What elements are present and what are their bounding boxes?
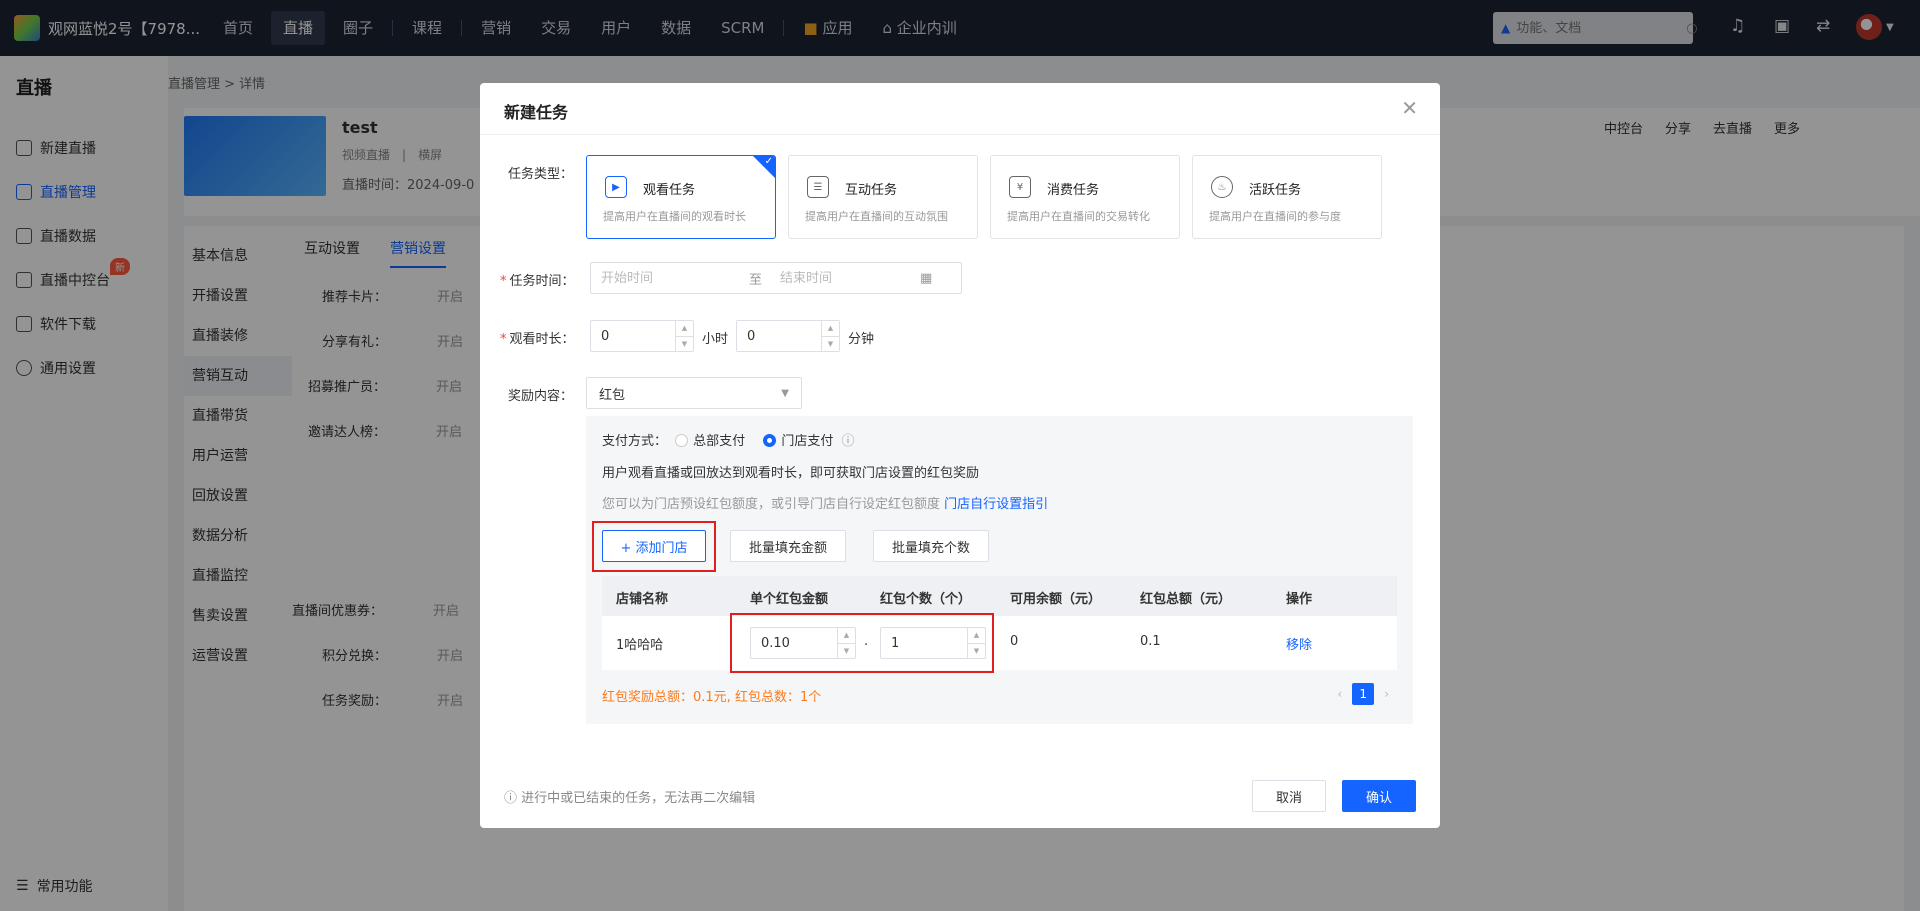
- add-store-button[interactable]: + 添加门店: [602, 530, 706, 562]
- reward-select[interactable]: 红包 ▼: [586, 377, 802, 409]
- highlight-box: [730, 613, 994, 673]
- range-separator: 至: [749, 272, 763, 288]
- table-header: 店铺名称 单个红包金额 红包个数（个） 可用余额（元） 红包总额（元） 操作: [602, 576, 1397, 616]
- info-icon[interactable]: ⓘ: [841, 434, 854, 449]
- increment-icon[interactable]: ▲: [822, 321, 839, 337]
- task-time-range[interactable]: 至 ▦: [590, 262, 962, 294]
- reward-summary: 红包奖励总额：0.1元, 红包总数：1个: [602, 690, 822, 705]
- new-task-dialog: 新建任务 ✕ 任务类型： ✓ ▶ 观看任务 提高用户在直播间的观看时长 ☰ 互动…: [480, 83, 1440, 828]
- col-total: 红包总额（元）: [1140, 592, 1232, 607]
- task-type-consume[interactable]: ¥ 消费任务 提高用户在直播间的交易转化: [990, 155, 1180, 239]
- stepper-controls: ▲ ▼: [675, 321, 693, 351]
- pay-method-row: 支付方式： 总部支付 门店支付 ⓘ: [602, 430, 854, 449]
- dialog-divider: [480, 134, 1440, 135]
- task-type-desc: 提高用户在直播间的交易转化: [1007, 210, 1150, 223]
- task-type-name: 互动任务: [845, 183, 898, 198]
- increment-icon[interactable]: ▲: [676, 321, 693, 337]
- task-time-label-text: 任务时间：: [509, 274, 575, 289]
- task-type-label: 任务类型：: [508, 167, 574, 182]
- col-action: 操作: [1286, 592, 1313, 607]
- chat-icon: ☰: [807, 176, 829, 198]
- reward-detail-panel: 支付方式： 总部支付 门店支付 ⓘ 用户观看直播或回放达到观看时长，即可获取门店…: [586, 416, 1413, 724]
- required-mark: *: [500, 332, 507, 347]
- decrement-icon[interactable]: ▼: [676, 337, 693, 352]
- task-type-active[interactable]: ♨ 活跃任务 提高用户在直播间的参与度: [1192, 155, 1382, 239]
- yen-icon: ¥: [1009, 176, 1031, 198]
- watch-duration-label: * 观看时长：: [500, 328, 575, 347]
- task-type-desc: 提高用户在直播间的互动氛围: [805, 210, 948, 223]
- cancel-button[interactable]: 取消: [1252, 780, 1326, 812]
- start-time-input[interactable]: [591, 270, 741, 286]
- reward-hint-text: 您可以为门店预设红包额度，或引导门店自行设定红包额度: [602, 497, 941, 512]
- reward-hint: 您可以为门店预设红包额度，或引导门店自行设定红包额度 门店自行设置指引: [602, 493, 1048, 512]
- minutes-unit: 分钟: [848, 332, 875, 347]
- task-type-name: 消费任务: [1047, 183, 1100, 198]
- pay-option-hq[interactable]: 总部支付: [675, 434, 745, 449]
- calendar-icon[interactable]: ▦: [920, 271, 932, 286]
- required-mark: *: [500, 274, 507, 289]
- task-type-desc: 提高用户在直播间的观看时长: [603, 210, 746, 223]
- footer-note: ⓘ 进行中或已结束的任务，无法再二次编辑: [504, 787, 755, 806]
- check-icon: ✓: [764, 156, 773, 167]
- total-value: 0.1: [1140, 634, 1161, 649]
- play-icon: ▶: [605, 176, 627, 198]
- hours-stepper[interactable]: ▲▼: [590, 320, 694, 352]
- table-row: 1哈哈哈 ▲▼ . ▲▼ 0 0.1 移除: [602, 616, 1397, 670]
- page-number[interactable]: 1: [1352, 683, 1375, 705]
- reward-label: 奖励内容：: [508, 389, 574, 404]
- decrement-icon[interactable]: ▼: [822, 337, 839, 352]
- minutes-stepper[interactable]: ▲▼: [736, 320, 840, 352]
- col-store: 店铺名称: [616, 592, 669, 607]
- prev-page-icon[interactable]: ‹: [1337, 687, 1342, 701]
- pay-option-label: 总部支付: [693, 434, 746, 449]
- reward-desc: 用户观看直播或回放达到观看时长，即可获取门店设置的红包奖励: [602, 466, 980, 481]
- guide-link[interactable]: 门店自行设置指引: [944, 497, 1048, 512]
- pay-method-label: 支付方式：: [602, 434, 668, 449]
- col-amount: 单个红包金额: [750, 592, 829, 607]
- radio-off[interactable]: [675, 434, 689, 447]
- end-time-input[interactable]: [770, 270, 921, 286]
- task-type-name: 观看任务: [643, 183, 696, 198]
- next-page-icon[interactable]: ›: [1384, 687, 1389, 701]
- pay-option-label: 门店支付: [781, 434, 834, 449]
- pagination: ‹ 1 ›: [1337, 683, 1389, 705]
- chevron-down-icon: ▼: [781, 387, 789, 399]
- fill-count-button[interactable]: 批量填充个数: [873, 530, 989, 562]
- col-count: 红包个数（个）: [880, 592, 972, 607]
- task-type-desc: 提高用户在直播间的参与度: [1209, 210, 1341, 223]
- info-icon: ⓘ: [504, 791, 518, 806]
- watch-duration-label-text: 观看时长：: [509, 332, 575, 347]
- task-type-name: 活跃任务: [1249, 183, 1302, 198]
- task-time-label: * 任务时间：: [500, 270, 575, 289]
- confirm-button[interactable]: 确认: [1342, 780, 1416, 812]
- hours-unit: 小时: [702, 332, 729, 347]
- pay-option-store[interactable]: 门店支付: [763, 434, 833, 449]
- remove-link[interactable]: 移除: [1286, 634, 1312, 653]
- store-name: 1哈哈哈: [616, 638, 664, 653]
- fill-amount-button[interactable]: 批量填充金额: [730, 530, 846, 562]
- task-type-watch[interactable]: ✓ ▶ 观看任务 提高用户在直播间的观看时长: [586, 155, 776, 239]
- dialog-title: 新建任务: [504, 103, 569, 122]
- reward-select-value: 红包: [599, 387, 626, 403]
- close-icon[interactable]: ✕: [1401, 96, 1418, 120]
- task-type-interact[interactable]: ☰ 互动任务 提高用户在直播间的互动氛围: [788, 155, 978, 239]
- stepper-controls: ▲ ▼: [821, 321, 839, 351]
- balance-value: 0: [1010, 634, 1019, 649]
- col-balance: 可用余额（元）: [1010, 592, 1102, 607]
- flame-icon: ♨: [1211, 176, 1233, 198]
- radio-on[interactable]: [763, 434, 777, 447]
- footer-note-text: 进行中或已结束的任务，无法再二次编辑: [521, 791, 756, 806]
